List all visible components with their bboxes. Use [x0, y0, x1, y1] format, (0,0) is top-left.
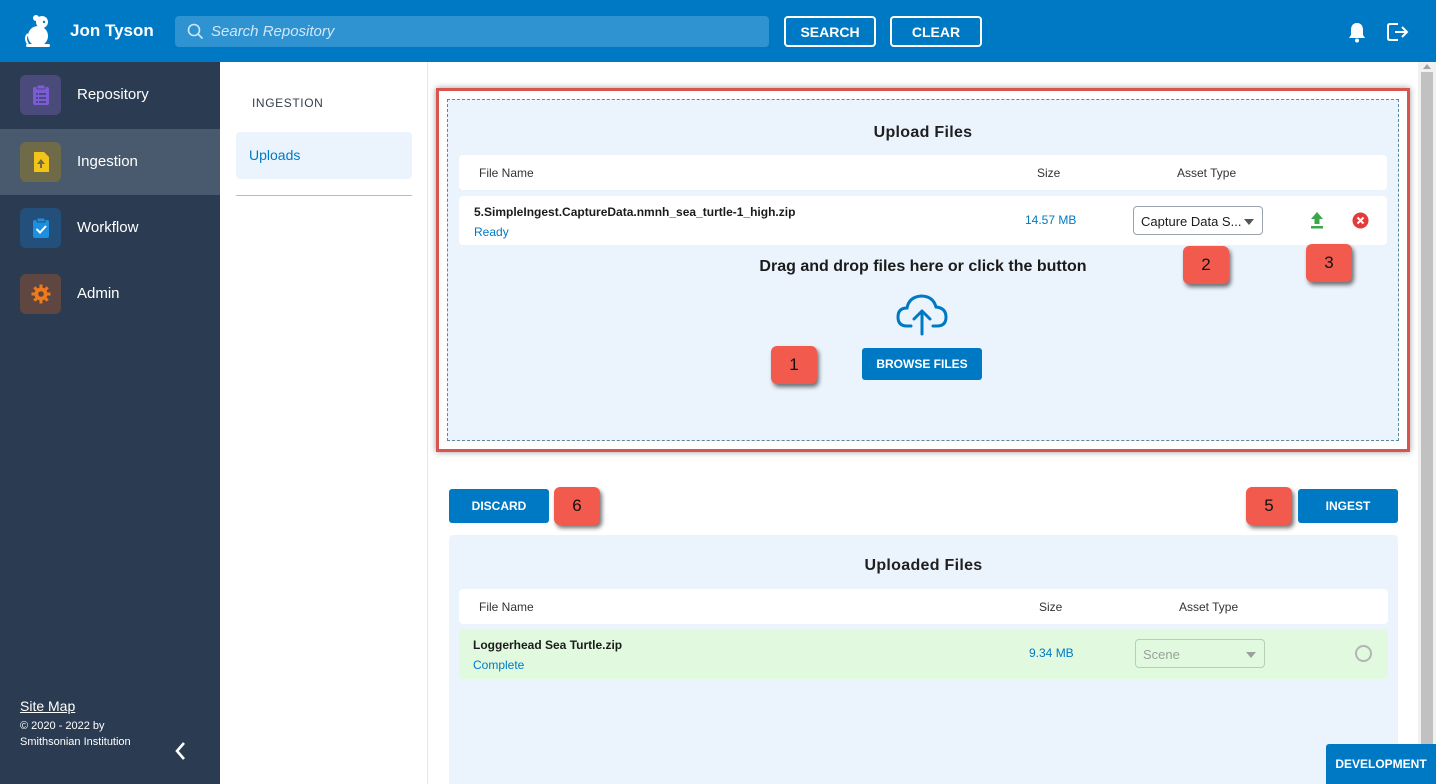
asset-type-select: Scene	[1135, 639, 1265, 668]
sidebar-item-ingestion[interactable]: Ingestion	[0, 129, 220, 195]
file-status: Complete	[473, 658, 525, 672]
sidebar-item-label: Repository	[77, 86, 149, 103]
clear-button[interactable]: CLEAR	[890, 16, 982, 47]
sidebar-item-workflow[interactable]: Workflow	[0, 195, 220, 261]
logo-icon[interactable]	[22, 14, 54, 48]
search-input[interactable]	[211, 16, 761, 47]
copyright-text: © 2020 - 2022 by Smithsonian Institution	[20, 720, 131, 748]
annotation-badge-3: 3	[1306, 244, 1352, 282]
column-size: Size	[1039, 600, 1063, 614]
uploaded-files-panel: Uploaded Files File Name Size Asset Type…	[449, 535, 1398, 784]
sidebar-item-label: Admin	[77, 285, 120, 302]
gear-icon	[20, 274, 61, 314]
drop-instructions: Drag and drop files here or click the bu…	[759, 258, 1087, 275]
main-scrollbar[interactable]	[1418, 62, 1436, 784]
upload-panel-title: Upload Files	[873, 124, 973, 141]
sidebar: Repository Ingestion Workflow Admin Site…	[0, 62, 220, 784]
sidebar-item-label: Workflow	[77, 219, 139, 236]
column-asset-type: Asset Type	[1177, 166, 1237, 180]
search-icon	[187, 23, 204, 40]
chevron-down-icon	[1244, 219, 1254, 225]
column-size: Size	[1037, 166, 1061, 180]
file-status: Ready	[474, 225, 509, 239]
file-name: Loggerhead Sea Turtle.zip	[473, 638, 623, 652]
sidebar-item-admin[interactable]: Admin	[0, 261, 220, 327]
upload-icon[interactable]	[1309, 211, 1325, 229]
annotation-badge-1: 1	[771, 346, 817, 384]
upload-dropzone[interactable]: Upload Files File Name Size Asset Type 5…	[447, 99, 1399, 441]
environment-badge: DEVELOPMENT	[1326, 744, 1436, 784]
annotation-badge-6: 6	[554, 487, 600, 525]
logout-icon[interactable]	[1386, 21, 1410, 43]
discard-button[interactable]: DISCARD	[449, 489, 549, 523]
asset-type-select[interactable]: Capture Data S...	[1133, 206, 1263, 235]
subnav-item-uploads[interactable]: Uploads	[236, 132, 412, 179]
chevron-down-icon	[1246, 652, 1256, 658]
top-header: Jon Tyson SEARCH CLEAR	[0, 0, 1436, 62]
search-button[interactable]: SEARCH	[784, 16, 876, 47]
search-bar	[175, 16, 769, 47]
column-file-name: File Name	[479, 600, 534, 614]
uploaded-list-header: File Name Size Asset Type	[459, 589, 1388, 624]
upload-highlight-frame: Upload Files File Name Size Asset Type 5…	[436, 88, 1410, 452]
annotation-badge-2: 2	[1183, 246, 1229, 284]
file-size: 9.34 MB	[1029, 646, 1074, 660]
upload-file-icon	[20, 142, 61, 182]
upload-list-header: File Name Size Asset Type	[459, 155, 1387, 190]
clipboard-list-icon	[20, 75, 61, 115]
asset-type-value: Scene	[1143, 647, 1180, 662]
bell-icon[interactable]	[1347, 21, 1367, 43]
column-asset-type: Asset Type	[1179, 600, 1239, 614]
cloud-upload-icon	[896, 294, 948, 336]
subnav-title: INGESTION	[252, 96, 324, 110]
sub-navigation: INGESTION Uploads	[220, 62, 428, 784]
scrollbar-thumb[interactable]	[1421, 72, 1433, 756]
annotation-badge-5: 5	[1246, 487, 1292, 525]
subnav-item-label: Uploads	[249, 147, 301, 163]
file-name: 5.SimpleIngest.CaptureData.nmnh_sea_turt…	[474, 205, 796, 219]
ingest-button[interactable]: INGEST	[1298, 489, 1398, 523]
upload-file-row: 5.SimpleIngest.CaptureData.nmnh_sea_turt…	[459, 196, 1387, 245]
asset-type-value: Capture Data S...	[1141, 214, 1242, 229]
uploaded-panel-title: Uploaded Files	[864, 557, 983, 574]
scroll-up-arrow-icon[interactable]	[1423, 64, 1431, 69]
sidebar-item-repository[interactable]: Repository	[0, 62, 220, 128]
browse-files-button[interactable]: BROWSE FILES	[862, 348, 982, 380]
file-size: 14.57 MB	[1025, 213, 1077, 227]
chevron-left-icon[interactable]	[172, 740, 190, 762]
user-name: Jon Tyson	[70, 21, 154, 40]
divider	[236, 195, 412, 196]
clipboard-check-icon	[20, 208, 61, 248]
uploaded-file-row: Loggerhead Sea Turtle.zip Complete 9.34 …	[459, 629, 1388, 679]
remove-icon[interactable]	[1352, 212, 1369, 229]
site-map-link[interactable]: Site Map	[20, 698, 75, 714]
file-select-radio[interactable]	[1355, 645, 1372, 662]
sidebar-item-label: Ingestion	[77, 153, 138, 170]
column-file-name: File Name	[479, 166, 534, 180]
